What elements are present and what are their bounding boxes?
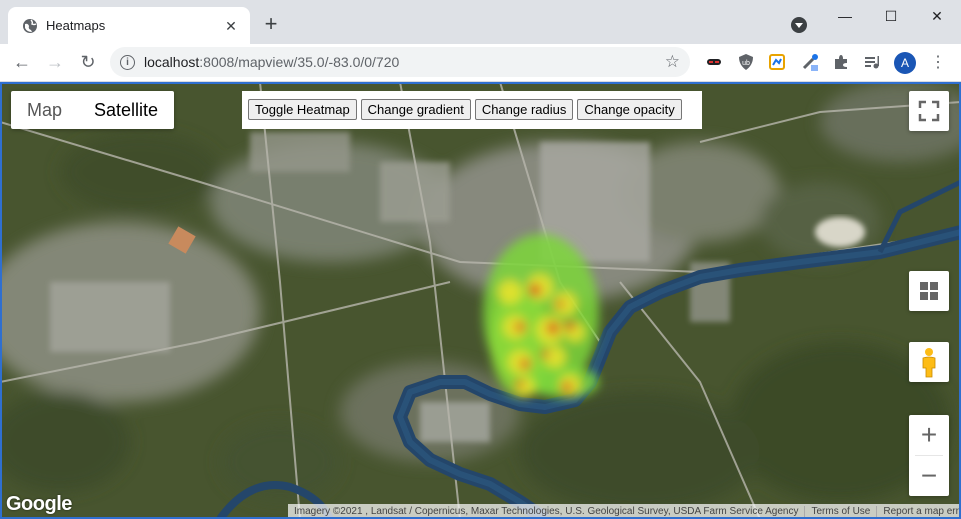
close-tab-icon[interactable]: ✕ — [222, 17, 240, 35]
zoom-control: + − — [909, 415, 949, 496]
back-arrow-icon[interactable]: ← — [10, 50, 34, 74]
zoom-in-button[interactable]: + — [909, 415, 949, 455]
browser-tab[interactable]: Heatmaps ✕ — [8, 7, 250, 44]
extension-eyedropper-icon[interactable] — [801, 53, 819, 71]
minimize-button[interactable]: — — [822, 0, 868, 32]
pegman-icon — [922, 348, 936, 378]
layers-button[interactable] — [909, 271, 949, 311]
heatmap-controls: Toggle Heatmap Change gradient Change ra… — [242, 91, 702, 129]
reload-icon[interactable]: ↻ — [76, 50, 100, 74]
change-radius-button[interactable]: Change radius — [474, 99, 574, 120]
map-viewport[interactable]: Map Satellite Toggle Heatmap Change grad… — [0, 82, 961, 519]
fullscreen-icon — [918, 100, 940, 122]
fullscreen-button[interactable] — [909, 91, 949, 131]
info-icon[interactable]: i — [120, 55, 135, 70]
extensions-puzzle-icon[interactable] — [832, 53, 850, 71]
svg-text:ub: ub — [742, 60, 750, 67]
globe-icon — [23, 19, 37, 33]
tab-title: Heatmaps — [46, 18, 106, 33]
profile-avatar[interactable]: A — [894, 52, 916, 74]
toggle-heatmap-button[interactable]: Toggle Heatmap — [248, 99, 357, 120]
map-type-control: Map Satellite — [11, 91, 175, 129]
maximize-button[interactable]: ☐ — [868, 0, 914, 32]
change-opacity-button[interactable]: Change opacity — [577, 99, 682, 120]
map-type-map-button[interactable]: Map — [11, 91, 78, 129]
url-text[interactable]: localhost:8008/mapview/35.0/-83.0/0/720 — [144, 54, 399, 70]
extension-shield-icon[interactable]: ub — [737, 53, 755, 71]
extension-mask-icon[interactable] — [705, 53, 723, 71]
address-bar[interactable]: i localhost:8008/mapview/35.0/-83.0/0/72… — [110, 47, 690, 77]
extension-color-icon[interactable] — [768, 53, 786, 71]
tab-search-icon[interactable] — [791, 17, 807, 33]
new-tab-button[interactable]: + — [260, 13, 282, 36]
google-logo[interactable]: Google — [6, 493, 72, 516]
grid-layers-icon — [920, 282, 938, 300]
map-type-satellite-button[interactable]: Satellite — [78, 91, 174, 129]
report-map-error-link[interactable]: Report a map error — [876, 506, 961, 517]
close-window-button[interactable]: ✕ — [914, 0, 960, 32]
menu-kebab-icon[interactable]: ⋮ — [930, 52, 946, 74]
forward-arrow-icon[interactable]: → — [43, 50, 67, 74]
street-view-pegman-button[interactable] — [909, 342, 949, 382]
bookmark-star-icon[interactable]: ☆ — [665, 52, 680, 72]
satellite-imagery — [0, 82, 961, 519]
tab-strip: Heatmaps ✕ + — ☐ ✕ — [0, 0, 961, 44]
map-attribution: Imagery ©2021 , Landsat / Copernicus, Ma… — [288, 504, 961, 519]
media-playlist-icon[interactable] — [863, 53, 881, 71]
browser-toolbar: ← → ↻ i localhost:8008/mapview/35.0/-83.… — [0, 44, 961, 82]
change-gradient-button[interactable]: Change gradient — [360, 99, 471, 120]
imagery-credit: Imagery ©2021 , Landsat / Copernicus, Ma… — [294, 506, 799, 517]
terms-of-use-link[interactable]: Terms of Use — [804, 506, 876, 517]
zoom-out-button[interactable]: − — [909, 456, 949, 496]
